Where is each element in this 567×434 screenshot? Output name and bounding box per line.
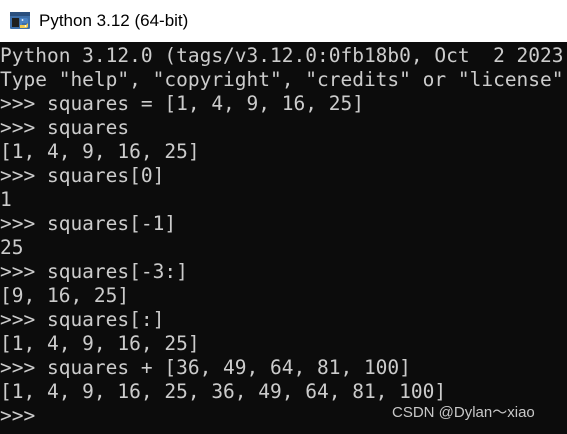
console-line: 25 (0, 236, 24, 259)
console-line: [1, 4, 9, 16, 25, 36, 49, 64, 81, 100] (0, 380, 447, 403)
console-line: >>> squares[-3:] (0, 260, 188, 283)
console-line: Python 3.12.0 (tags/v3.12.0:0fb18b0, Oct… (0, 44, 564, 67)
console-line: [9, 16, 25] (0, 284, 130, 307)
console-line: >>> squares = [1, 4, 9, 16, 25] (0, 92, 364, 115)
console-prompt[interactable]: >>> (0, 404, 35, 428)
console-line: >>> squares + [36, 49, 64, 81, 100] (0, 356, 411, 379)
console-line: [1, 4, 9, 16, 25] (0, 140, 200, 163)
console-line: >>> squares[-1] (0, 212, 177, 235)
console-line: >>> squares[:] (0, 308, 165, 331)
console-line: >>> squares[0] (0, 164, 165, 187)
title-bar[interactable]: Python 3.12 (64-bit) (0, 0, 567, 42)
console-output[interactable]: Python 3.12.0 (tags/v3.12.0:0fb18b0, Oct… (0, 42, 567, 434)
window-title: Python 3.12 (64-bit) (39, 11, 189, 30)
python-icon (10, 12, 30, 29)
console-line: >>> squares (0, 116, 130, 139)
console-line: Type "help", "copyright", "credits" or "… (0, 68, 564, 91)
console-line: [1, 4, 9, 16, 25] (0, 332, 200, 355)
python-console-window: Python 3.12 (64-bit) Python 3.12.0 (tags… (0, 0, 567, 434)
console-line: 1 (0, 188, 12, 211)
watermark: CSDN @Dylan～xiao (392, 404, 535, 421)
